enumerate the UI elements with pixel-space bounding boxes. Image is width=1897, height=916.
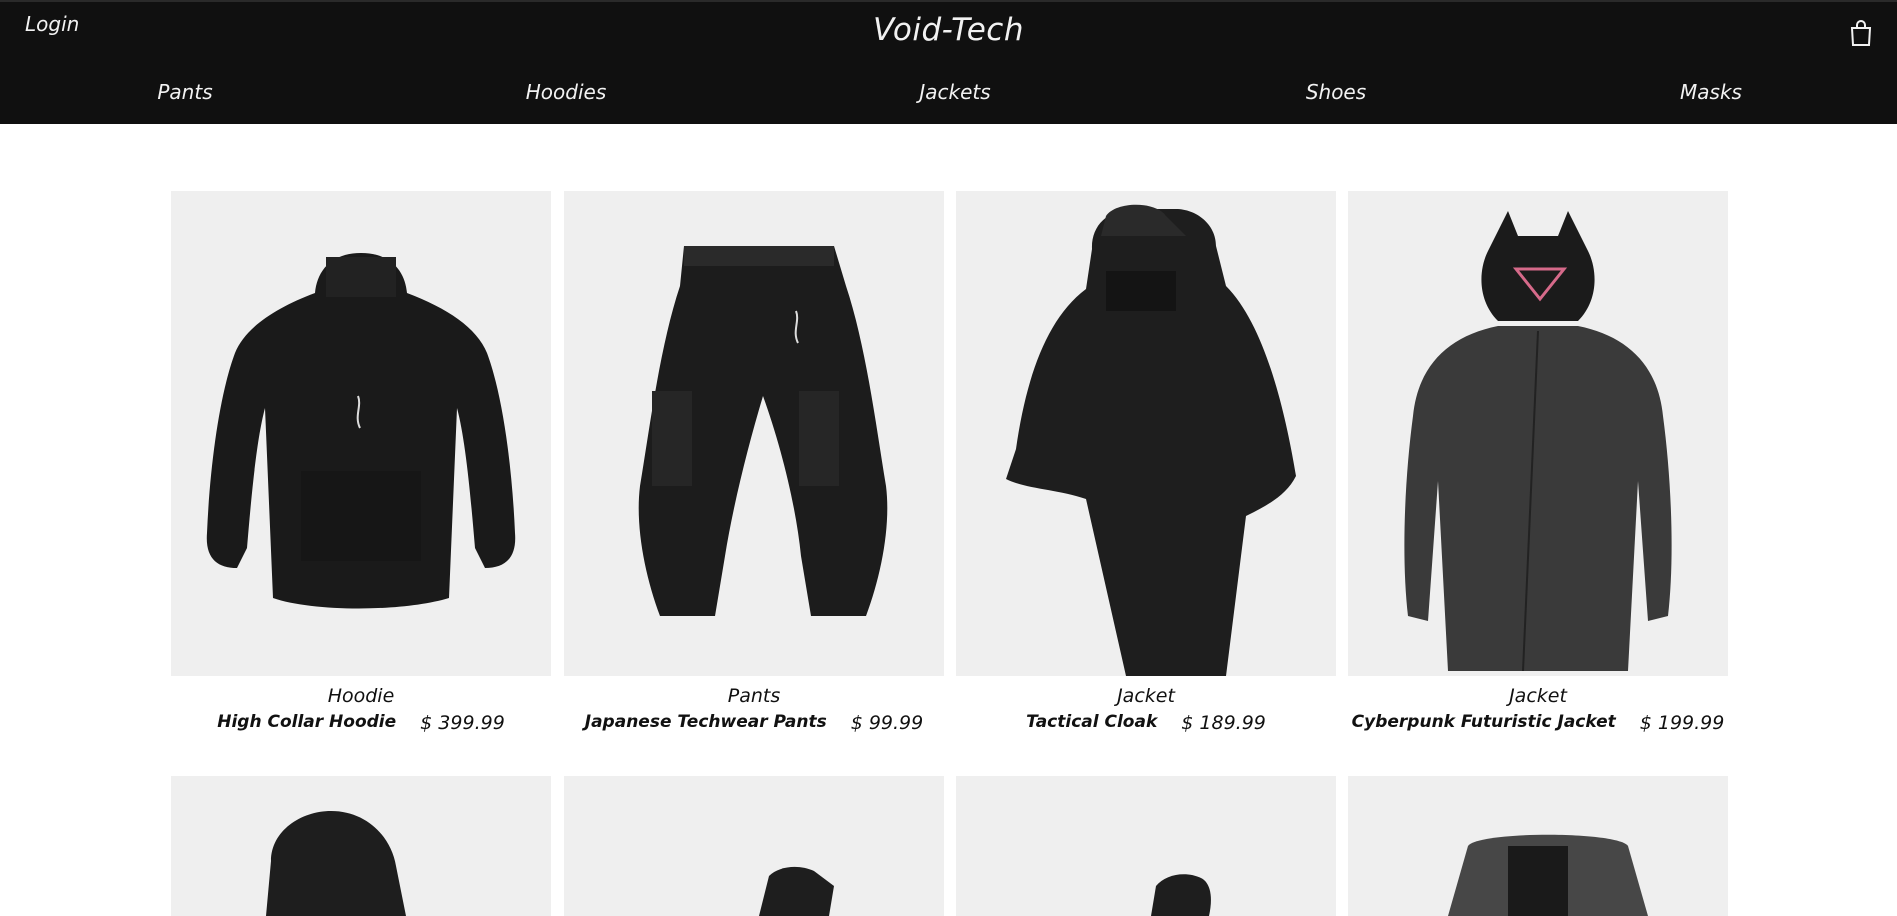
login-link[interactable]: Login (25, 12, 79, 36)
product-card: Pants Japanese Techwear Pants $ 99.99 (564, 191, 944, 734)
nav-item-pants[interactable]: Pants (157, 80, 212, 104)
product-image-pants[interactable] (564, 191, 944, 676)
product-image-cloak[interactable] (956, 191, 1336, 676)
product-image-cyberpunk-jacket[interactable] (1348, 191, 1728, 676)
product-category: Pants (727, 685, 781, 707)
site-brand-container: Void-Tech (0, 12, 1897, 48)
product-image-hoodie[interactable] (171, 191, 551, 676)
category-nav: Pants Hoodies Jackets Shoes Masks (0, 80, 1897, 108)
product-name[interactable]: Tactical Cloak (1026, 712, 1157, 734)
product-name[interactable]: High Collar Hoodie (217, 712, 396, 734)
nav-item-hoodies[interactable]: Hoodies (526, 80, 607, 104)
product-category: Jacket (1117, 685, 1175, 707)
product-price: $ 399.99 (420, 712, 505, 734)
product-price: $ 199.99 (1639, 712, 1725, 734)
product-price: $ 99.99 (850, 712, 924, 734)
product-image[interactable] (1348, 776, 1728, 916)
product-image[interactable] (956, 776, 1336, 916)
product-category: Jacket (1509, 685, 1567, 707)
nav-item-jackets[interactable]: Jackets (919, 80, 990, 104)
site-logo-text[interactable]: Void-Tech (873, 12, 1024, 48)
product-card (956, 776, 1336, 916)
product-card (171, 776, 551, 916)
shopping-bag-icon[interactable] (1849, 19, 1873, 47)
product-image[interactable] (171, 776, 551, 916)
product-card (1348, 776, 1728, 916)
product-card: Jacket Tactical Cloak $ 189.99 (956, 191, 1336, 734)
product-category: Hoodie (327, 685, 395, 707)
product-card (564, 776, 944, 916)
product-name[interactable]: Japanese Techwear Pants (585, 712, 827, 734)
product-price: $ 189.99 (1181, 712, 1266, 734)
product-card: Jacket Cyberpunk Futuristic Jacket $ 199… (1348, 191, 1728, 734)
product-name[interactable]: Cyberpunk Futuristic Jacket (1352, 712, 1616, 734)
nav-item-masks[interactable]: Masks (1680, 80, 1742, 104)
nav-item-shoes[interactable]: Shoes (1306, 80, 1366, 104)
product-image[interactable] (564, 776, 944, 916)
site-header: Login Void-Tech Pants Hoodies Jackets Sh… (0, 0, 1897, 124)
product-card: Hoodie High Collar Hoodie $ 399.99 (171, 191, 551, 734)
